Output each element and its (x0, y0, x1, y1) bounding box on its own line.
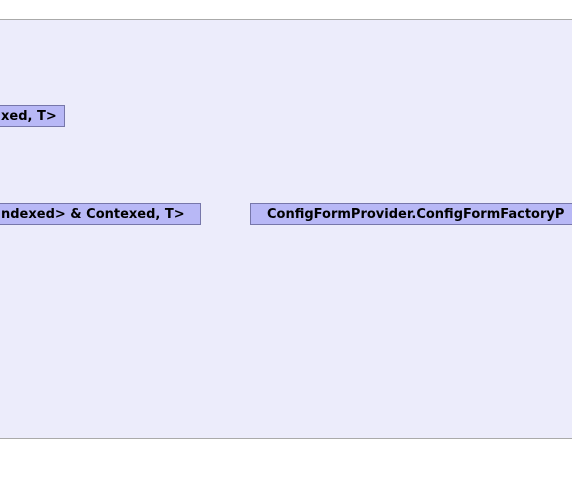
class-node-label: ConfigFormProvider.ConfigFormFactoryP (267, 207, 565, 222)
class-node-label: ndexed> & Contexed, T> (1, 207, 185, 222)
class-node-label: xed, T> (1, 109, 57, 124)
class-node-config-form-factory[interactable]: ConfigFormProvider.ConfigFormFactoryP (250, 203, 572, 225)
class-node-contexed-t[interactable]: xed, T> (0, 105, 65, 127)
upper-package-panel (0, 19, 572, 179)
class-node-indexed-contexed-t[interactable]: ndexed> & Contexed, T> (0, 203, 201, 225)
